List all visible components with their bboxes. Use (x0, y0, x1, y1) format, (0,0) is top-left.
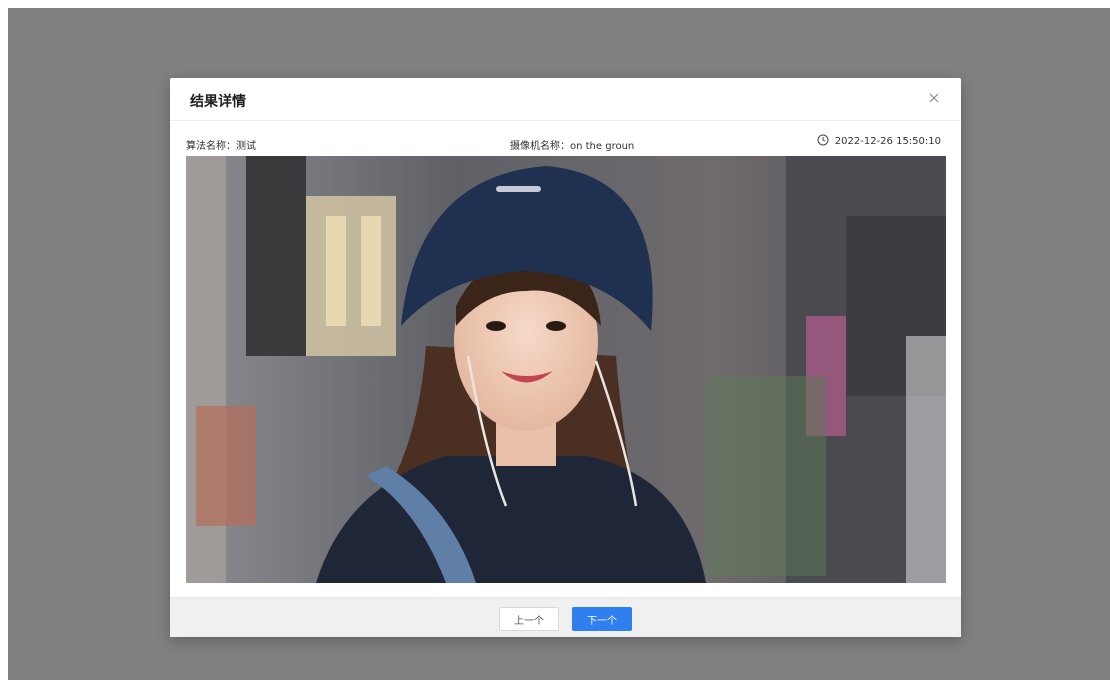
previous-button[interactable]: 上一个 (499, 607, 559, 631)
dialog-footer: 上一个 下一个 (170, 597, 961, 637)
dialog-title: 结果详情 (190, 94, 246, 110)
result-image (186, 156, 946, 583)
clock-icon (817, 134, 829, 149)
algorithm-name: 算法名称：测试 (186, 141, 256, 152)
next-button[interactable]: 下一个 (572, 607, 632, 631)
result-info-row: 算法名称：测试 摄像机名称：on the groun 2022-12-26 15… (170, 121, 961, 155)
result-detail-dialog: 结果详情 算法名称：测试 摄像机名称：on the groun 2022-12-… (170, 78, 961, 637)
camera-name: 摄像机名称：on the groun (510, 141, 635, 152)
close-icon[interactable] (927, 91, 941, 105)
timestamp: 2022-12-26 15:50:10 (834, 136, 941, 147)
dialog-header: 结果详情 (170, 78, 961, 121)
capture-time: 2022-12-26 15:50:10 (817, 134, 941, 149)
